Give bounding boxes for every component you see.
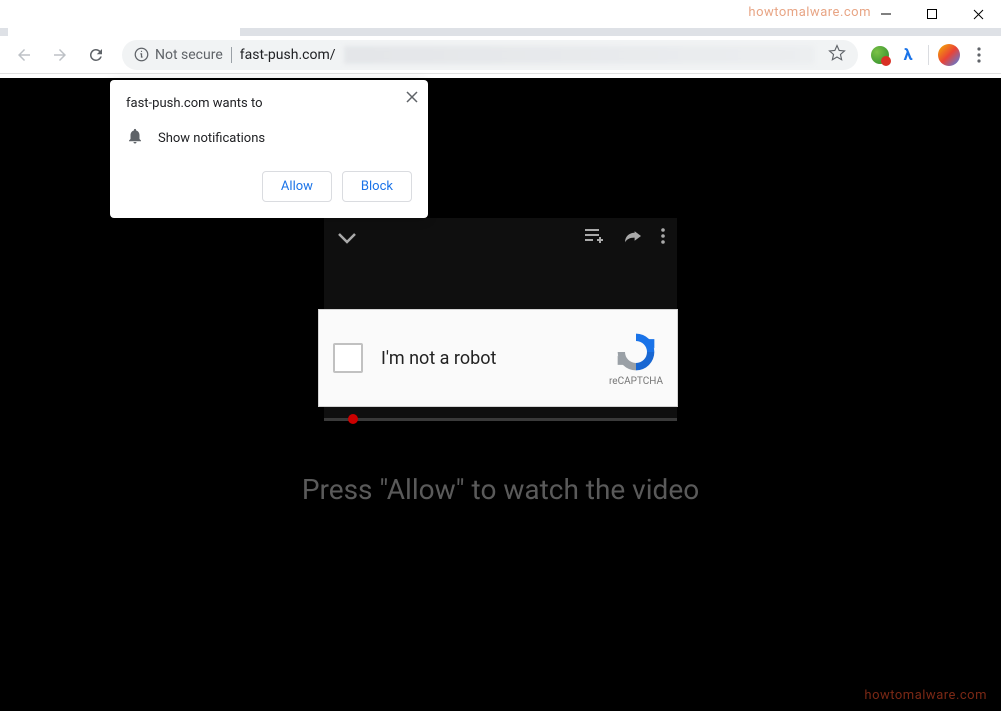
bookmark-button[interactable] (828, 44, 846, 66)
site-info-button[interactable]: Not secure (134, 47, 223, 63)
recaptcha-icon (614, 330, 658, 374)
browser-menu-button[interactable] (965, 41, 993, 69)
maximize-button[interactable] (909, 0, 955, 28)
recaptcha-logo: reCAPTCHA (609, 330, 663, 387)
share-icon[interactable] (623, 228, 643, 248)
profile-avatar[interactable] (937, 43, 961, 67)
watermark-text: howtomalware.com (748, 5, 871, 20)
extension-lambda-icon[interactable]: λ (896, 43, 920, 67)
not-secure-label: Not secure (155, 47, 223, 63)
reload-button[interactable] (80, 39, 112, 71)
prompt-title: fast-push.com wants to (126, 96, 412, 111)
browser-toolbar: Not secure fast-push.com/ λ (0, 36, 1001, 74)
recaptcha-checkbox[interactable] (333, 343, 363, 373)
permission-label: Show notifications (158, 131, 265, 146)
progress-handle[interactable] (348, 414, 358, 424)
window-titlebar: howtomalware.com (0, 0, 1001, 28)
allow-button[interactable]: Allow (262, 171, 332, 202)
recaptcha-label: I'm not a robot (381, 348, 591, 369)
player-controls (324, 218, 677, 258)
back-button[interactable] (8, 39, 40, 71)
recaptcha-widget: I'm not a robot reCAPTCHA (318, 309, 678, 407)
recaptcha-brand: reCAPTCHA (609, 376, 663, 387)
bell-icon (126, 127, 144, 149)
address-bar[interactable]: Not secure fast-push.com/ (122, 40, 858, 70)
info-icon (134, 47, 149, 62)
notification-permission-prompt: fast-push.com wants to Show notification… (110, 80, 428, 218)
url-blurred (344, 46, 815, 64)
close-window-button[interactable] (955, 0, 1001, 28)
progress-bar[interactable] (324, 418, 677, 421)
close-prompt-button[interactable] (406, 88, 418, 107)
separator (231, 47, 232, 63)
forward-button[interactable] (44, 39, 76, 71)
chevron-down-icon[interactable] (336, 232, 358, 244)
block-button[interactable]: Block (342, 171, 412, 202)
instruction-text: Press "Allow" to watch the video (0, 473, 1001, 506)
separator (928, 45, 929, 65)
url-text: fast-push.com/ (240, 47, 336, 63)
watermark-text: howtomalware.com (864, 688, 987, 703)
playlist-add-icon[interactable] (585, 228, 605, 248)
extension-globe-icon[interactable] (868, 43, 892, 67)
more-icon[interactable] (661, 228, 665, 248)
